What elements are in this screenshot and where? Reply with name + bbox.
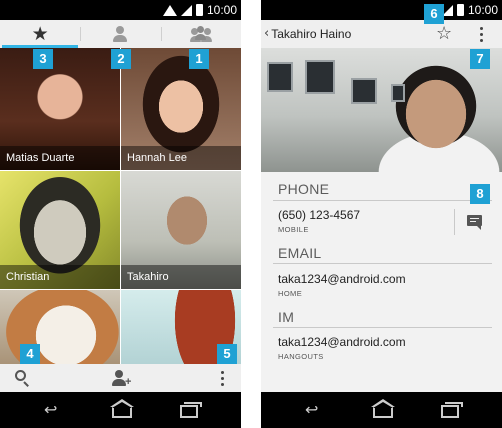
contact-title: Takahiro Haino: [271, 27, 352, 41]
contact-name: Hannah Lee: [121, 146, 241, 170]
up-navigation[interactable]: ‹ Takahiro Haino: [264, 20, 351, 48]
contact-name: Takahiro: [121, 265, 241, 289]
tab-groups[interactable]: [160, 20, 241, 48]
divider: [273, 327, 492, 328]
search-icon: [15, 370, 26, 381]
callout-badge-6: 6: [424, 4, 444, 24]
bottom-action-bar: +: [0, 364, 241, 392]
callout-badge-5: 5: [217, 344, 237, 364]
home-icon[interactable]: [110, 399, 134, 418]
status-time: 10:00: [467, 3, 498, 17]
wifi-icon: [162, 4, 177, 16]
status-time: 10:00: [206, 3, 237, 17]
overflow-menu-icon: [212, 368, 232, 388]
divider: [454, 209, 455, 235]
divider: [273, 200, 492, 201]
contact-details: PHONE (650) 123-4567 MOBILE EMAIL taka12…: [261, 172, 502, 392]
contact-tile-dog[interactable]: [0, 290, 120, 366]
contact-detail-screen: 10:00 ‹ Takahiro Haino ☆ PHONE (650) 123…: [261, 0, 502, 428]
message-icon[interactable]: [467, 215, 482, 230]
favorites-grid: Matias Duarte Hannah Lee Christian Takah…: [0, 48, 241, 366]
navigation-bar: ↩: [261, 392, 502, 428]
contact-photo: [261, 48, 502, 172]
contact-tile-hannah-lee[interactable]: Hannah Lee: [121, 48, 241, 170]
phone-number[interactable]: (650) 123-4567: [278, 208, 360, 222]
navigation-bar: ↩: [0, 392, 241, 428]
callout-badge-1: 1: [189, 49, 209, 69]
contact-tile-matias-duarte[interactable]: Matias Duarte: [0, 48, 120, 170]
email-address[interactable]: taka1234@android.com: [278, 272, 406, 286]
im-type: HANGOUTS: [278, 352, 324, 361]
recents-icon[interactable]: [180, 402, 202, 418]
status-bar: 10:00: [0, 0, 241, 20]
person-icon: [112, 26, 128, 42]
email-type: HOME: [278, 289, 303, 298]
back-icon[interactable]: ↩: [305, 402, 318, 418]
im-address[interactable]: taka1234@android.com: [278, 335, 406, 349]
callout-badge-8: 8: [470, 184, 490, 204]
tab-contacts[interactable]: [80, 20, 160, 48]
tab-bar: ★: [0, 20, 241, 48]
home-icon[interactable]: [371, 399, 395, 418]
back-icon[interactable]: ↩: [44, 402, 57, 418]
callout-badge-2: 2: [111, 49, 131, 69]
battery-icon: [456, 4, 464, 16]
phone-type: MOBILE: [278, 225, 309, 234]
favorite-star-icon[interactable]: ☆: [436, 23, 452, 45]
callout-badge-3: 3: [33, 49, 53, 69]
contact-tile-takahiro[interactable]: Takahiro: [121, 171, 241, 289]
add-contact-button[interactable]: +: [112, 368, 132, 388]
search-button[interactable]: [12, 368, 32, 388]
callout-badge-4: 4: [20, 344, 40, 364]
contact-tile-christian[interactable]: Christian: [0, 171, 120, 289]
tab-favorites[interactable]: ★: [0, 20, 80, 48]
status-bar: 10:00: [261, 0, 502, 20]
cell-signal-icon: [180, 4, 192, 16]
overflow-menu-button[interactable]: [480, 24, 483, 44]
overflow-menu-icon: [480, 24, 483, 44]
callout-badge-7: 7: [470, 49, 490, 69]
contact-name: Matias Duarte: [0, 146, 120, 170]
phone-section-header: PHONE: [278, 181, 330, 197]
overflow-menu-button[interactable]: [212, 368, 232, 388]
recents-icon[interactable]: [441, 402, 463, 418]
im-section-header: IM: [278, 309, 295, 325]
email-section-header: EMAIL: [278, 245, 322, 261]
group-icon: [189, 26, 212, 42]
chevron-left-icon: ‹: [264, 26, 270, 41]
contact-name: Christian: [0, 265, 120, 289]
battery-icon: [195, 4, 203, 16]
action-bar: ‹ Takahiro Haino ☆: [261, 20, 502, 48]
divider: [273, 263, 492, 264]
star-icon: ★: [31, 23, 49, 45]
